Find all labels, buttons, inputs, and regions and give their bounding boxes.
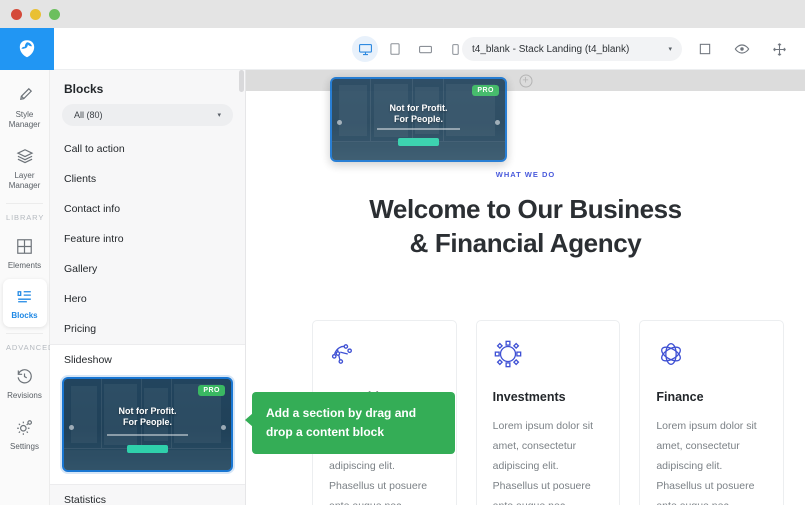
- sidebar-item-label: Revisions: [7, 391, 42, 400]
- pro-badge: PRO: [198, 385, 225, 396]
- sidebar-item-settings[interactable]: Settings: [3, 409, 47, 458]
- page-selector-value: t4_blank - Stack Landing (t4_blank): [472, 43, 630, 55]
- pro-badge: PRO: [472, 85, 499, 96]
- feature-card[interactable]: Finance Lorem ipsum dolor sit amet, cons…: [639, 320, 785, 505]
- block-category-clients[interactable]: Clients: [50, 164, 245, 194]
- tablet-icon: [390, 43, 400, 55]
- vector-path-icon: [329, 339, 440, 374]
- card-title: Finance: [656, 390, 704, 404]
- blocks-filter-value: All (80): [74, 110, 103, 120]
- feature-card[interactable]: Investments Lorem ipsum dolor sit amet, …: [475, 320, 621, 505]
- sidebar-item-label: Layer Manager: [8, 171, 41, 190]
- device-button-tablet[interactable]: [382, 36, 408, 62]
- borders-icon[interactable]: [698, 42, 712, 56]
- block-category-gallery[interactable]: Gallery: [50, 254, 245, 284]
- sidebar-item-revisions[interactable]: Revisions: [3, 359, 47, 407]
- sidebar-item-label: Blocks: [11, 311, 38, 320]
- layers-icon: [16, 149, 33, 164]
- sidebar-item-blocks[interactable]: Blocks: [2, 279, 47, 327]
- leaf-shield-icon: [19, 40, 35, 58]
- panel-scrollbar[interactable]: [239, 70, 244, 92]
- mobile-icon: [451, 43, 459, 55]
- sidebar-item-style-manager[interactable]: Style Manager: [3, 78, 47, 136]
- fullscreen-move-icon[interactable]: [772, 42, 787, 57]
- thumbnail-hero-text: Not for Profit. For People.: [118, 406, 177, 428]
- blocks-filter-dropdown[interactable]: All (80) ▾: [62, 104, 233, 126]
- sidebar-item-elements[interactable]: Elements: [3, 229, 47, 277]
- eye-icon[interactable]: [734, 41, 750, 57]
- window-zoom-button[interactable]: [49, 8, 60, 20]
- tooltip-line-1: Add a section by drag and: [266, 406, 417, 420]
- gear-icon: [16, 420, 32, 435]
- page-selector-dropdown[interactable]: t4_blank - Stack Landing (t4_blank) ▾: [462, 37, 682, 61]
- drag-ghost-slideshow-block[interactable]: Not for Profit. For People. PRO: [330, 77, 507, 162]
- block-category-slideshow[interactable]: Slideshow: [50, 344, 245, 375]
- block-category-statistics[interactable]: Statistics: [50, 485, 245, 505]
- grid-icon: [17, 239, 32, 254]
- device-button-tablet-landscape[interactable]: [412, 36, 438, 62]
- history-icon: [17, 369, 32, 384]
- card-body: Lorem ipsum dolor sit amet, consectetur …: [656, 420, 757, 505]
- block-category-hero[interactable]: Hero: [50, 284, 245, 314]
- brand-logo[interactable]: [0, 28, 54, 70]
- gear-sun-icon: [493, 339, 604, 374]
- chevron-down-icon: ▾: [668, 46, 672, 53]
- block-category-feature-intro[interactable]: Feature intro: [50, 224, 245, 254]
- panel-title: Blocks: [64, 82, 104, 96]
- device-button-desktop[interactable]: [352, 36, 378, 62]
- slideshow-block-thumbnail[interactable]: Not for Profit. For People. PRO: [62, 377, 233, 472]
- window-minimize-button[interactable]: [30, 8, 41, 20]
- tooltip-line-2: drop a content block: [266, 425, 385, 439]
- toolbar-right-actions: [698, 28, 795, 70]
- sidebar-item-layer-manager[interactable]: Layer Manager: [3, 138, 47, 197]
- card-title: Investments: [492, 390, 566, 404]
- window-titlebar: [0, 0, 805, 28]
- desktop-icon: [358, 43, 372, 55]
- block-category-contact-info[interactable]: Contact info: [50, 194, 245, 224]
- app-window: t4_blank - Stack Landing (t4_blank) ▾ St…: [0, 0, 805, 505]
- section-eyebrow: WHAT WE DO: [495, 170, 556, 179]
- headline-line-2: & Financial Agency: [409, 228, 642, 258]
- left-icon-rail: Style Manager Layer Manager LIBRARY Elemen…: [0, 70, 53, 505]
- ghost-hero-text: Not for Profit. For People.: [389, 103, 448, 125]
- tablet-landscape-icon: [418, 45, 432, 53]
- page-title: Welcome to Our Business & Financial Agen…: [246, 192, 805, 260]
- window-close-button[interactable]: [11, 8, 22, 20]
- headline-line-1: Welcome to Our Business: [369, 194, 682, 224]
- atom-icon: [656, 339, 767, 374]
- drag-hint-tooltip: Add a section by drag and drop a content…: [245, 392, 455, 454]
- block-category-call-to-action[interactable]: Call to action: [50, 134, 245, 164]
- sidebar-item-label: Settings: [10, 442, 39, 451]
- brush-icon: [20, 87, 33, 100]
- sidebar-item-label: Elements: [7, 261, 42, 270]
- sidebar-item-label: Style Manager: [8, 110, 41, 129]
- blocks-icon: [17, 291, 31, 303]
- chevron-down-icon: ▾: [217, 112, 221, 119]
- rail-section-library: LIBRARY: [6, 203, 43, 227]
- add-section-plus-icon[interactable]: +: [519, 74, 532, 87]
- device-preview-switcher: [352, 28, 468, 70]
- slideshow-thumbnail-wrap: Not for Profit. For People. PRO: [50, 375, 245, 485]
- rail-section-advanced: ADVANCED: [6, 333, 53, 357]
- top-toolbar: t4_blank - Stack Landing (t4_blank) ▾: [0, 28, 805, 70]
- card-body: Lorem ipsum dolor sit amet, consectetur …: [492, 420, 594, 505]
- block-category-pricing[interactable]: Pricing: [50, 314, 245, 344]
- blocks-panel: Blocks All (80) ▾ Call to action Clients…: [50, 70, 246, 505]
